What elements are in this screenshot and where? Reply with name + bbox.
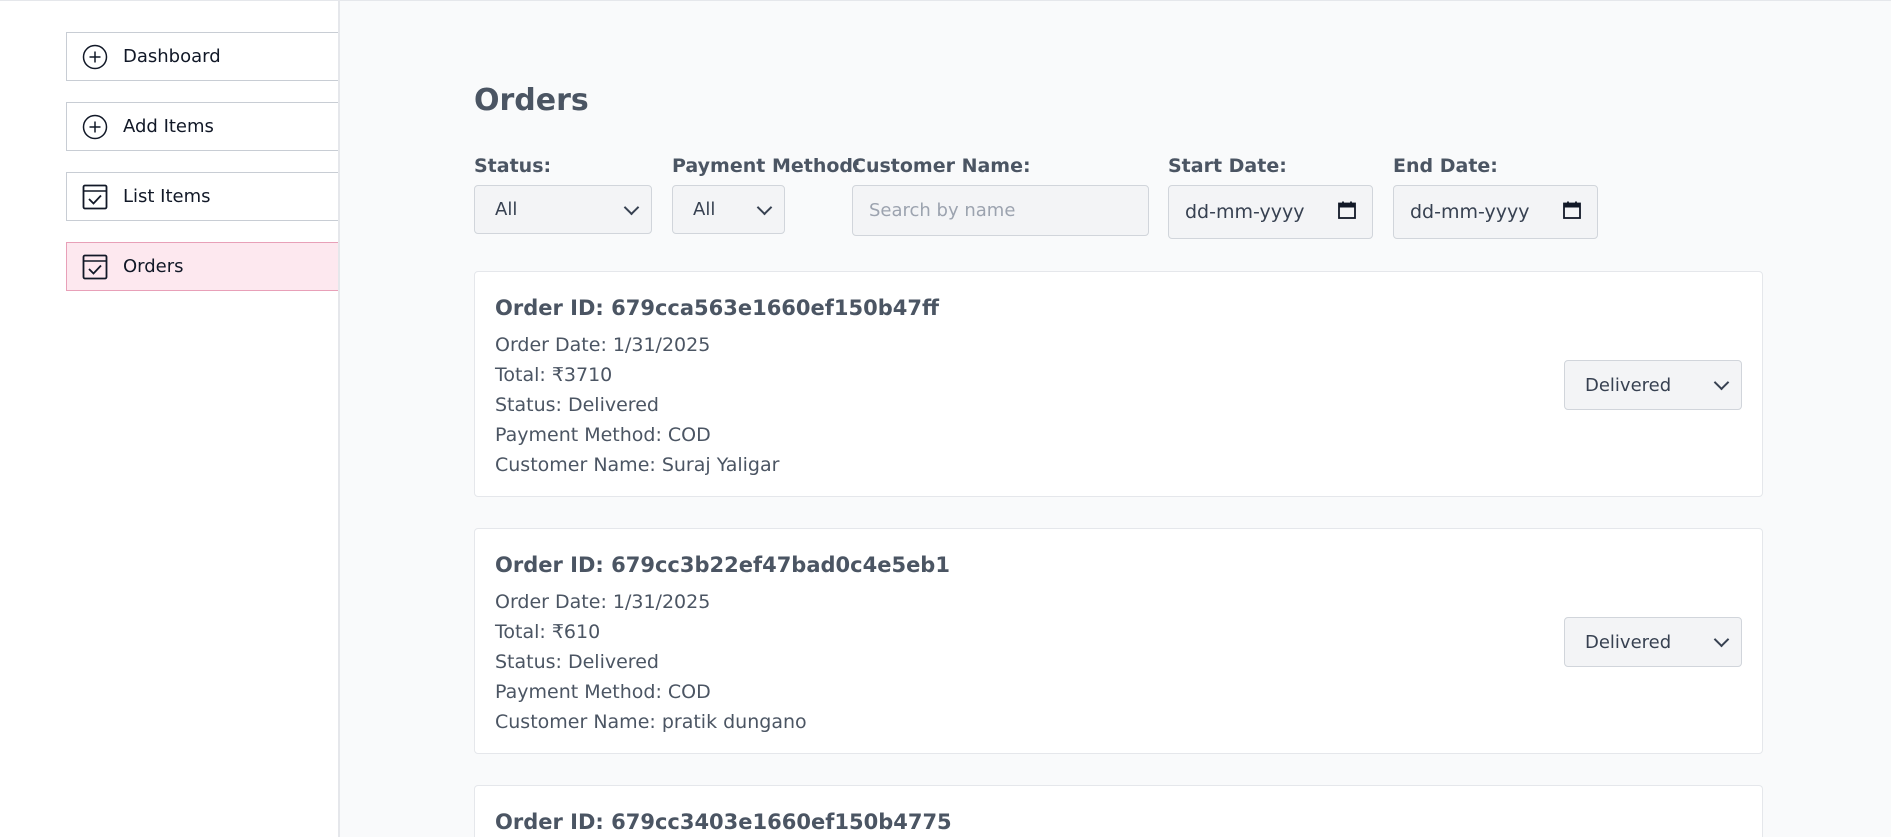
sidebar: Dashboard Add Items List Items Orders [0, 1, 340, 837]
sidebar-item-list-items[interactable]: List Items [66, 172, 338, 221]
page-title: Orders [474, 83, 589, 118]
checkbox-icon [81, 253, 109, 281]
order-id: Order ID: 679cc3403e1660ef150b4775 [495, 810, 952, 834]
plus-circle-icon [81, 43, 109, 71]
status-select-value: All [495, 199, 518, 220]
order-total: Total: ₹3710 [495, 364, 613, 386]
order-status-select-value: Delivered [1585, 374, 1672, 396]
order-details: Order Date: 1/31/2025 Total: ₹610 Status… [495, 587, 807, 737]
start-date-label: Start Date: [1168, 155, 1287, 177]
sidebar-item-add-items[interactable]: Add Items [66, 102, 338, 151]
status-filter: Status: All [474, 155, 652, 234]
order-status: Status: Delivered [495, 651, 659, 673]
plus-circle-icon [81, 113, 109, 141]
start-date-input[interactable]: dd-mm-yyyy [1168, 185, 1373, 239]
status-filter-label: Status: [474, 155, 552, 177]
sidebar-item-label: Orders [123, 256, 184, 277]
chevron-down-icon [756, 199, 773, 215]
sidebar-item-label: List Items [123, 186, 211, 207]
order-card: Order ID: 679cca563e1660ef150b47ff Order… [474, 271, 1763, 497]
sidebar-item-dashboard[interactable]: Dashboard [66, 32, 338, 81]
end-date-filter: End Date: dd-mm-yyyy [1393, 155, 1598, 239]
sidebar-item-label: Dashboard [123, 46, 221, 67]
order-card: Order ID: 679cc3b22ef47bad0c4e5eb1 Order… [474, 528, 1763, 754]
order-status-select-value: Delivered [1585, 631, 1672, 653]
customer-filter: Customer Name: [852, 155, 1149, 236]
order-card: Order ID: 679cc3403e1660ef150b4775 [474, 785, 1763, 837]
calendar-icon[interactable] [1338, 201, 1356, 224]
payment-select-value: All [693, 199, 716, 220]
order-details: Order Date: 1/31/2025 Total: ₹3710 Statu… [495, 330, 779, 480]
order-total: Total: ₹610 [495, 621, 601, 643]
order-date: Order Date: 1/31/2025 [495, 334, 711, 356]
order-id: Order ID: 679cc3b22ef47bad0c4e5eb1 [495, 553, 950, 577]
calendar-icon[interactable] [1563, 201, 1581, 224]
order-status-select[interactable]: Delivered [1564, 617, 1742, 667]
sidebar-item-orders[interactable]: Orders [66, 242, 338, 291]
order-payment-method: Payment Method: COD [495, 424, 711, 446]
payment-select[interactable]: All [672, 185, 785, 234]
end-date-label: End Date: [1393, 155, 1498, 177]
main-content: Orders Status: All Payment Method: All C… [340, 1, 1891, 837]
customer-filter-label: Customer Name: [852, 155, 1031, 177]
checkbox-icon [81, 183, 109, 211]
payment-filter: Payment Method: All [672, 155, 861, 234]
chevron-down-icon [623, 199, 640, 215]
start-date-filter: Start Date: dd-mm-yyyy [1168, 155, 1373, 239]
chevron-down-icon [1713, 631, 1730, 648]
sidebar-item-label: Add Items [123, 116, 214, 137]
status-select[interactable]: All [474, 185, 652, 234]
order-customer-name: Customer Name: pratik dungano [495, 711, 807, 733]
start-date-placeholder: dd-mm-yyyy [1185, 201, 1305, 223]
order-payment-method: Payment Method: COD [495, 681, 711, 703]
end-date-placeholder: dd-mm-yyyy [1410, 201, 1530, 223]
end-date-input[interactable]: dd-mm-yyyy [1393, 185, 1598, 239]
customer-search-input[interactable] [852, 185, 1149, 236]
order-status-select[interactable]: Delivered [1564, 360, 1742, 410]
payment-filter-label: Payment Method: [672, 155, 861, 177]
order-date: Order Date: 1/31/2025 [495, 591, 711, 613]
order-customer-name: Customer Name: Suraj Yaligar [495, 454, 780, 476]
order-status: Status: Delivered [495, 394, 659, 416]
order-id: Order ID: 679cca563e1660ef150b47ff [495, 296, 940, 320]
chevron-down-icon [1713, 374, 1730, 391]
